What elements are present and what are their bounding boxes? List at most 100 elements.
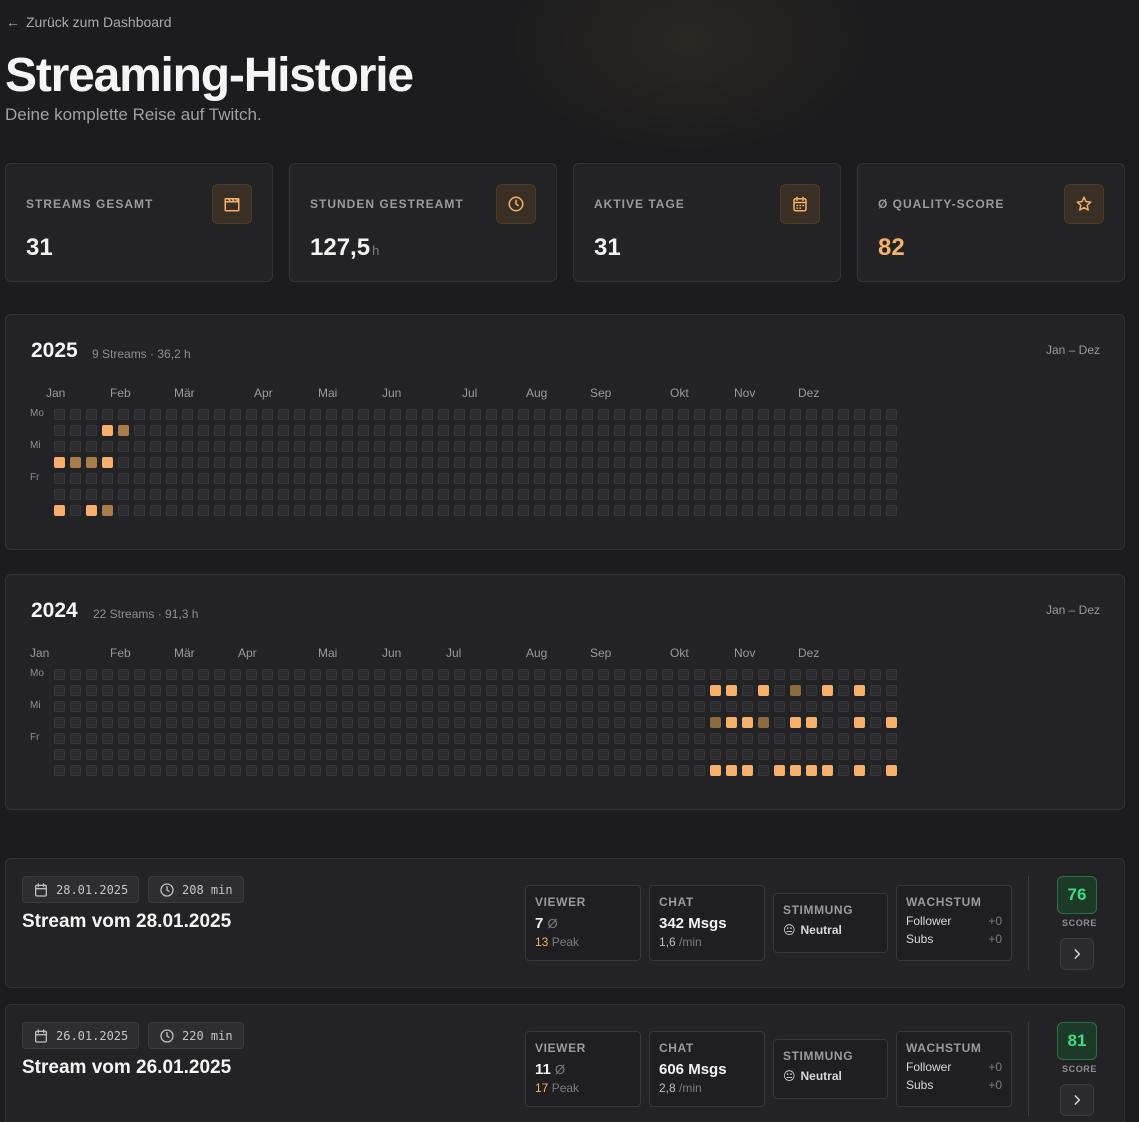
- heatmap-cell[interactable]: [134, 425, 145, 436]
- heatmap-cell[interactable]: [374, 489, 385, 500]
- heatmap-cell[interactable]: [886, 669, 897, 680]
- heatmap-cell[interactable]: [838, 685, 849, 696]
- heatmap-cell-active[interactable]: [790, 717, 801, 728]
- heatmap-cell[interactable]: [246, 749, 257, 760]
- heatmap-cell[interactable]: [502, 749, 513, 760]
- heatmap-cell[interactable]: [614, 457, 625, 468]
- heatmap-cell[interactable]: [262, 505, 273, 516]
- heatmap-cell[interactable]: [822, 717, 833, 728]
- heatmap-cell[interactable]: [102, 733, 113, 744]
- heatmap-cell[interactable]: [166, 669, 177, 680]
- heatmap-cell[interactable]: [726, 425, 737, 436]
- heatmap-cell[interactable]: [662, 669, 673, 680]
- heatmap-cell[interactable]: [838, 717, 849, 728]
- heatmap-cell[interactable]: [614, 409, 625, 420]
- heatmap-cell[interactable]: [118, 441, 129, 452]
- heatmap-cell[interactable]: [534, 473, 545, 484]
- heatmap-cell[interactable]: [806, 441, 817, 452]
- heatmap-cell[interactable]: [294, 505, 305, 516]
- heatmap-cell[interactable]: [886, 409, 897, 420]
- stream-card[interactable]: 26.01.2025 220 min Stream vom 26.01.2025…: [5, 1004, 1125, 1122]
- heatmap-cell[interactable]: [838, 669, 849, 680]
- heatmap-cell[interactable]: [518, 685, 529, 696]
- heatmap-cell[interactable]: [806, 409, 817, 420]
- heatmap-cell[interactable]: [662, 409, 673, 420]
- heatmap-cell[interactable]: [726, 733, 737, 744]
- heatmap-cell[interactable]: [86, 669, 97, 680]
- heatmap-cell[interactable]: [710, 441, 721, 452]
- heatmap-cell[interactable]: [422, 489, 433, 500]
- heatmap-cell[interactable]: [358, 409, 369, 420]
- heatmap-cell[interactable]: [774, 749, 785, 760]
- heatmap-cell[interactable]: [470, 717, 481, 728]
- heatmap-cell-active[interactable]: [54, 505, 65, 516]
- heatmap-cell[interactable]: [278, 765, 289, 776]
- heatmap-cell[interactable]: [790, 441, 801, 452]
- heatmap-cell[interactable]: [342, 701, 353, 712]
- heatmap-cell[interactable]: [454, 717, 465, 728]
- heatmap-cell[interactable]: [870, 749, 881, 760]
- heatmap-cell[interactable]: [406, 409, 417, 420]
- heatmap-cell[interactable]: [406, 717, 417, 728]
- heatmap-cell[interactable]: [598, 441, 609, 452]
- heatmap-cell[interactable]: [342, 457, 353, 468]
- heatmap-cell[interactable]: [470, 425, 481, 436]
- heatmap-cell[interactable]: [374, 669, 385, 680]
- heatmap-cell[interactable]: [646, 701, 657, 712]
- heatmap-cell[interactable]: [870, 685, 881, 696]
- heatmap-cell[interactable]: [86, 733, 97, 744]
- heatmap-cell-active[interactable]: [726, 717, 737, 728]
- heatmap-cell[interactable]: [262, 765, 273, 776]
- heatmap-cell[interactable]: [214, 749, 225, 760]
- heatmap-cell[interactable]: [406, 425, 417, 436]
- open-stream-button[interactable]: [1060, 1084, 1094, 1116]
- heatmap-cell[interactable]: [662, 489, 673, 500]
- heatmap-cell[interactable]: [582, 749, 593, 760]
- heatmap-cell[interactable]: [502, 457, 513, 468]
- heatmap-cell[interactable]: [630, 669, 641, 680]
- heatmap-cell[interactable]: [710, 425, 721, 436]
- heatmap-cell[interactable]: [646, 425, 657, 436]
- heatmap-cell[interactable]: [662, 425, 673, 436]
- heatmap-cell-active[interactable]: [710, 717, 721, 728]
- heatmap-cell[interactable]: [758, 669, 769, 680]
- heatmap-cell[interactable]: [134, 457, 145, 468]
- heatmap-cell[interactable]: [278, 473, 289, 484]
- heatmap-cell[interactable]: [342, 505, 353, 516]
- heatmap-cell[interactable]: [70, 489, 81, 500]
- heatmap-cell[interactable]: [390, 441, 401, 452]
- heatmap-cell[interactable]: [294, 425, 305, 436]
- heatmap-cell[interactable]: [70, 701, 81, 712]
- heatmap-cell[interactable]: [358, 733, 369, 744]
- heatmap-cell[interactable]: [630, 505, 641, 516]
- heatmap-cell[interactable]: [438, 765, 449, 776]
- heatmap-cell[interactable]: [534, 717, 545, 728]
- heatmap-cell[interactable]: [326, 457, 337, 468]
- heatmap-cell[interactable]: [790, 425, 801, 436]
- heatmap-cell[interactable]: [294, 685, 305, 696]
- heatmap-cell[interactable]: [566, 701, 577, 712]
- heatmap-cell[interactable]: [358, 441, 369, 452]
- heatmap-cell[interactable]: [422, 441, 433, 452]
- heatmap-cell[interactable]: [454, 457, 465, 468]
- heatmap-cell[interactable]: [438, 505, 449, 516]
- heatmap-cell[interactable]: [598, 765, 609, 776]
- heatmap-cell[interactable]: [838, 749, 849, 760]
- heatmap-cell[interactable]: [182, 749, 193, 760]
- heatmap-cell[interactable]: [550, 669, 561, 680]
- heatmap-cell[interactable]: [182, 457, 193, 468]
- heatmap-cell[interactable]: [742, 457, 753, 468]
- heatmap-cell[interactable]: [278, 441, 289, 452]
- heatmap-cell[interactable]: [86, 685, 97, 696]
- heatmap-cell[interactable]: [342, 473, 353, 484]
- heatmap-cell[interactable]: [742, 489, 753, 500]
- heatmap-cell[interactable]: [390, 701, 401, 712]
- heatmap-cell[interactable]: [406, 669, 417, 680]
- heatmap-cell[interactable]: [262, 473, 273, 484]
- heatmap-cell[interactable]: [566, 441, 577, 452]
- heatmap-cell[interactable]: [598, 701, 609, 712]
- heatmap-cell[interactable]: [182, 473, 193, 484]
- heatmap-cell[interactable]: [438, 733, 449, 744]
- heatmap-cell[interactable]: [566, 409, 577, 420]
- heatmap-cell[interactable]: [150, 701, 161, 712]
